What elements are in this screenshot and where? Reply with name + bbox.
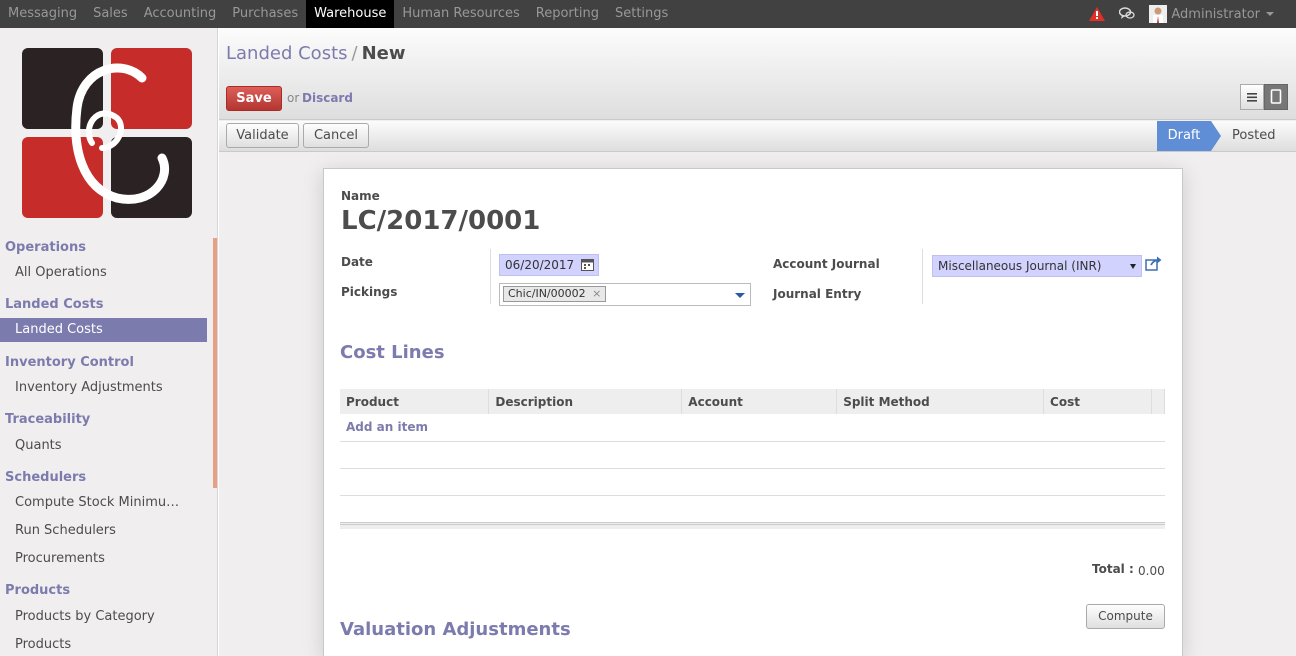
table-header: Product Description Account Split Method… <box>340 389 1166 414</box>
save-button[interactable]: Save <box>226 86 282 111</box>
validate-button[interactable]: Validate <box>226 123 299 148</box>
list-view-button[interactable] <box>1240 84 1264 110</box>
sidebar-section-traceability: Traceability <box>5 412 91 427</box>
picking-tag-label: Chic/IN/00002 <box>508 287 586 300</box>
chat-icon[interactable] <box>1119 7 1136 21</box>
column-actions <box>1151 389 1166 414</box>
sidebar-item-products-by-category[interactable]: Products by Category <box>0 605 207 629</box>
company-logo <box>22 48 192 218</box>
add-item-link[interactable]: Add an item <box>346 420 428 434</box>
external-link-icon[interactable] <box>1145 256 1162 272</box>
column-description[interactable]: Description <box>488 389 683 414</box>
menu-accounting[interactable]: Accounting <box>136 0 225 28</box>
breadcrumb-landed-costs[interactable]: Landed Costs <box>226 43 348 64</box>
breadcrumb-separator: / <box>351 43 358 64</box>
column-cost[interactable]: Cost <box>1043 389 1152 414</box>
sidebar-section-products: Products <box>5 583 71 598</box>
stage-draft[interactable]: Draft <box>1157 121 1211 151</box>
sidebar-section-schedulers: Schedulers <box>5 470 87 485</box>
column-split-method[interactable]: Split Method <box>836 389 1045 414</box>
calendar-icon[interactable] <box>581 259 594 271</box>
field-divider <box>490 249 491 304</box>
menu-messaging[interactable]: Messaging <box>0 0 85 28</box>
menu-human-resources[interactable]: Human Resources <box>394 0 527 28</box>
date-value: 06/20/2017 <box>505 258 575 272</box>
app-menu: Messaging Sales Accounting Purchases War… <box>0 0 676 28</box>
sidebar-section-landed-costs: Landed Costs <box>5 297 104 312</box>
pickings-field[interactable]: Chic/IN/00002 × <box>499 283 751 306</box>
user-name[interactable]: Administrator <box>1171 7 1260 22</box>
table-row <box>340 495 1165 523</box>
menu-warehouse[interactable]: Warehouse <box>306 0 395 28</box>
list-icon <box>1247 93 1257 102</box>
menu-reporting[interactable]: Reporting <box>528 0 607 28</box>
cancel-button[interactable]: Cancel <box>303 123 369 148</box>
table-row: Add an item <box>340 414 1165 442</box>
menu-settings[interactable]: Settings <box>607 0 676 28</box>
column-product[interactable]: Product <box>340 389 490 414</box>
field-divider <box>922 249 923 304</box>
view-switcher <box>1240 84 1288 110</box>
avatar[interactable] <box>1149 5 1168 23</box>
form-view-button[interactable] <box>1264 84 1288 110</box>
sidebar-item-compute-stock-minimum[interactable]: Compute Stock Minimu… <box>0 491 207 515</box>
chevron-down-icon[interactable] <box>735 293 745 298</box>
table-footer <box>340 522 1165 529</box>
sidebar-section-inventory-control: Inventory Control <box>5 355 134 370</box>
sidebar-item-inventory-adjustments[interactable]: Inventory Adjustments <box>0 376 207 400</box>
reference-name[interactable]: LC/2017/0001 <box>341 206 540 236</box>
remove-tag-icon[interactable]: × <box>592 287 601 300</box>
table-row <box>340 441 1165 469</box>
chevron-down-icon[interactable] <box>1130 264 1136 269</box>
breadcrumb-current: New <box>361 43 406 64</box>
date-label: Date <box>341 255 373 269</box>
sidebar-section-operations: Operations <box>5 240 86 255</box>
total-label: Total : <box>1092 562 1134 576</box>
chevron-down-icon[interactable] <box>1266 12 1274 16</box>
control-panel: Landed Costs / New Save or Discard <box>219 28 1296 120</box>
top-navbar: Messaging Sales Accounting Purchases War… <box>0 0 1296 28</box>
sidebar-item-all-operations[interactable]: All Operations <box>0 261 207 285</box>
main-content: Landed Costs / New Save or Discard Validat… <box>219 28 1296 656</box>
or-text: or <box>287 91 300 105</box>
pickings-label: Pickings <box>341 285 398 299</box>
account-journal-value: Miscellaneous Journal (INR) <box>938 259 1102 273</box>
column-account[interactable]: Account <box>681 389 838 414</box>
total-value: 0.00 <box>1138 564 1165 578</box>
date-field[interactable]: 06/20/2017 <box>499 254 599 276</box>
discard-button[interactable]: Discard <box>302 91 353 105</box>
account-journal-label: Account Journal <box>773 257 880 271</box>
stage-posted[interactable]: Posted <box>1232 121 1275 151</box>
sidebar-item-procurements[interactable]: Procurements <box>0 547 207 571</box>
sidebar: Operations All Operations Landed Costs L… <box>0 28 218 656</box>
form-icon <box>1270 89 1282 104</box>
account-journal-select[interactable]: Miscellaneous Journal (INR) <box>932 255 1142 277</box>
journal-entry-label: Journal Entry <box>773 287 862 301</box>
valuation-adjustments-title: Valuation Adjustments <box>340 619 571 640</box>
sidebar-item-run-schedulers[interactable]: Run Schedulers <box>0 519 207 543</box>
form-sheet: Name LC/2017/0001 Date 06/20/2017 Pickin… <box>323 168 1183 656</box>
menu-sales[interactable]: Sales <box>85 0 136 28</box>
compute-button[interactable]: Compute <box>1086 604 1165 629</box>
sidebar-scrollbar[interactable] <box>213 238 217 488</box>
sidebar-item-products[interactable]: Products <box>0 633 207 656</box>
picking-tag: Chic/IN/00002 × <box>503 286 607 302</box>
statusbar: Validate Cancel Draft Posted <box>219 121 1296 152</box>
cost-lines-title: Cost Lines <box>340 342 445 363</box>
sidebar-item-landed-costs[interactable]: Landed Costs <box>0 318 207 342</box>
cost-lines-table: Product Description Account Split Method… <box>340 389 1166 523</box>
stage-arrow <box>1211 121 1221 151</box>
menu-purchases[interactable]: Purchases <box>224 0 306 28</box>
warning-icon[interactable] <box>1089 7 1106 21</box>
user-area: Administrator <box>1089 0 1296 28</box>
table-row <box>340 468 1165 496</box>
sidebar-item-quants[interactable]: Quants <box>0 434 207 458</box>
breadcrumb: Landed Costs / New <box>226 43 406 64</box>
name-label: Name <box>341 189 380 203</box>
